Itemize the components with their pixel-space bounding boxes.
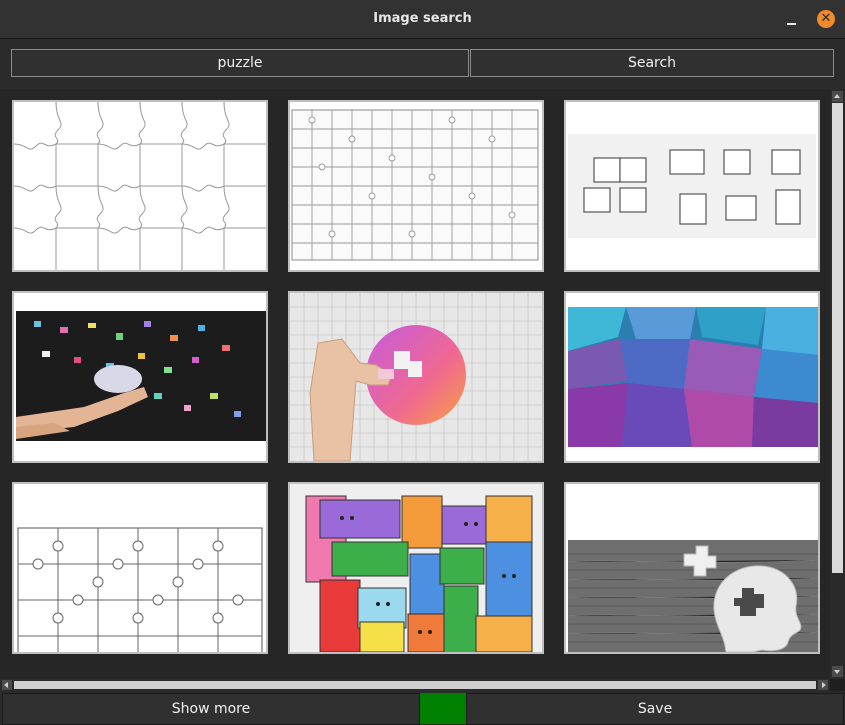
search-input[interactable]: [11, 49, 469, 77]
scroll-left-icon[interactable]: [2, 680, 12, 690]
save-button[interactable]: Save: [466, 693, 844, 725]
result-thumbnail-5[interactable]: [288, 291, 544, 463]
outline-jigsaw-grid-large-image: [14, 484, 266, 652]
result-thumbnail-4[interactable]: [12, 291, 268, 463]
results-grid[interactable]: [0, 89, 830, 679]
outline-jigsaw-grid-fine-image: [290, 102, 542, 270]
show-more-button[interactable]: Show more: [2, 693, 420, 725]
result-thumbnail-8[interactable]: [288, 482, 544, 654]
result-thumbnail-9[interactable]: [564, 482, 820, 654]
outline-jigsaw-grid-image: [14, 102, 266, 270]
horizontal-scroll-thumb[interactable]: [14, 681, 816, 689]
vertical-scroll-thumb[interactable]: [832, 103, 843, 573]
photo-paper-head-piece-image: [566, 484, 818, 652]
horizontal-scrollbar[interactable]: [0, 679, 830, 691]
scroll-up-icon[interactable]: [832, 91, 843, 102]
close-icon[interactable]: ✕: [817, 10, 835, 28]
vertical-scrollbar[interactable]: [830, 89, 845, 679]
result-thumbnail-1[interactable]: [12, 100, 268, 272]
title-bar: Image search ✕: [0, 0, 845, 39]
search-toolbar: Search: [0, 39, 845, 89]
illustration-colorful-block-puzzle-image: [290, 484, 542, 652]
result-thumbnail-7[interactable]: [12, 482, 268, 654]
result-thumbnail-2[interactable]: [288, 100, 544, 272]
photo-hands-scattered-pieces-image: [14, 293, 266, 461]
result-thumbnail-6[interactable]: [564, 291, 820, 463]
photo-colorful-pieces-pile-image: [566, 293, 818, 461]
footer-bar: Show more Save: [0, 691, 845, 725]
minimize-icon[interactable]: [783, 18, 799, 34]
result-thumbnail-3[interactable]: [564, 100, 820, 272]
window-title: Image search: [373, 11, 472, 26]
scroll-down-icon[interactable]: [832, 666, 843, 677]
scroll-right-icon[interactable]: [818, 680, 828, 690]
photo-hand-pink-circle-puzzle-image: [290, 293, 542, 461]
separated-pieces-outline-image: [566, 102, 818, 270]
search-button[interactable]: Search: [470, 49, 834, 77]
status-indicator: [420, 693, 466, 724]
